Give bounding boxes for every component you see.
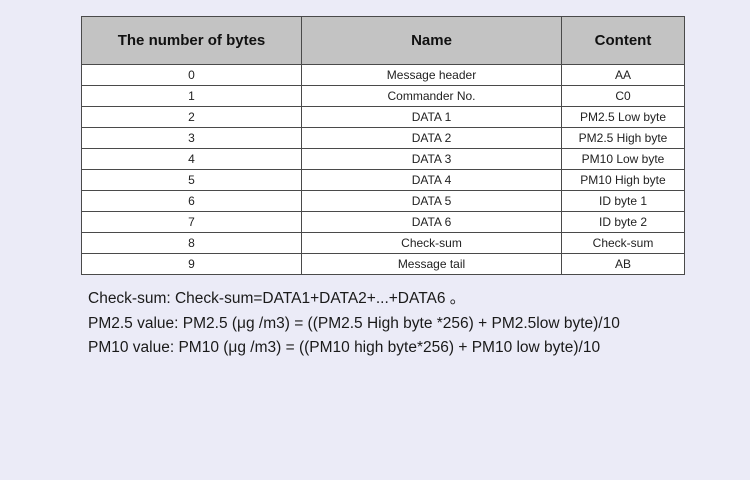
byte-number-cell: 7: [81, 211, 302, 233]
table-row: 9 Message tail AB: [81, 253, 685, 275]
byte-number-cell: 6: [81, 190, 302, 212]
protocol-table: The number of bytes Name Content 0 Messa…: [81, 16, 685, 275]
name-cell: Message tail: [301, 253, 562, 275]
content-cell: PM10 Low byte: [561, 148, 685, 170]
table-row: 6 DATA 5 ID byte 1: [81, 190, 685, 212]
byte-number-cell: 4: [81, 148, 302, 170]
content-cell: PM2.5 High byte: [561, 127, 685, 149]
table-row: 0 Message header AA: [81, 64, 685, 86]
table-row: 5 DATA 4 PM10 High byte: [81, 169, 685, 191]
table-header-row: The number of bytes Name Content: [81, 16, 685, 65]
checksum-formula: Check-sum: Check-sum=DATA1+DATA2+...+DAT…: [88, 290, 466, 307]
byte-number-cell: 1: [81, 85, 302, 107]
name-cell: DATA 5: [301, 190, 562, 212]
content-cell: ID byte 1: [561, 190, 685, 212]
name-cell: DATA 4: [301, 169, 562, 191]
formula-notes: Check-sum: Check-sum=DATA1+DATA2+...+DAT…: [88, 289, 728, 363]
pm25-formula: PM2.5 value: PM2.5 (μg /m3) = ((PM2.5 Hi…: [88, 314, 620, 332]
name-cell: DATA 1: [301, 106, 562, 128]
name-cell: DATA 3: [301, 148, 562, 170]
byte-number-cell: 3: [81, 127, 302, 149]
name-cell: Commander No.: [301, 85, 562, 107]
content-cell: PM10 High byte: [561, 169, 685, 191]
name-cell: Check-sum: [301, 232, 562, 254]
name-cell: DATA 6: [301, 211, 562, 233]
name-cell: DATA 2: [301, 127, 562, 149]
content-cell: PM2.5 Low byte: [561, 106, 685, 128]
name-cell: Message header: [301, 64, 562, 86]
byte-number-cell: 5: [81, 169, 302, 191]
byte-number-cell: 8: [81, 232, 302, 254]
column-header-byte-number: The number of bytes: [81, 16, 302, 65]
content-cell: C0: [561, 85, 685, 107]
column-header-content: Content: [561, 16, 685, 65]
byte-number-cell: 9: [81, 253, 302, 275]
byte-number-cell: 2: [81, 106, 302, 128]
content-cell: ID byte 2: [561, 211, 685, 233]
content-cell: Check-sum: [561, 232, 685, 254]
content-cell: AA: [561, 64, 685, 86]
column-header-name: Name: [301, 16, 562, 65]
pm10-formula: PM10 value: PM10 (μg /m3) = ((PM10 high …: [88, 339, 601, 356]
table-row: 8 Check-sum Check-sum: [81, 232, 685, 254]
byte-number-cell: 0: [81, 64, 302, 86]
table-row: 1 Commander No. C0: [81, 85, 685, 107]
protocol-table-container: The number of bytes Name Content 0 Messa…: [81, 16, 685, 275]
table-row: 2 DATA 1 PM2.5 Low byte: [81, 106, 685, 128]
table-row: 4 DATA 3 PM10 Low byte: [81, 148, 685, 170]
content-cell: AB: [561, 253, 685, 275]
table-row: 3 DATA 2 PM2.5 High byte: [81, 127, 685, 149]
table-row: 7 DATA 6 ID byte 2: [81, 211, 685, 233]
